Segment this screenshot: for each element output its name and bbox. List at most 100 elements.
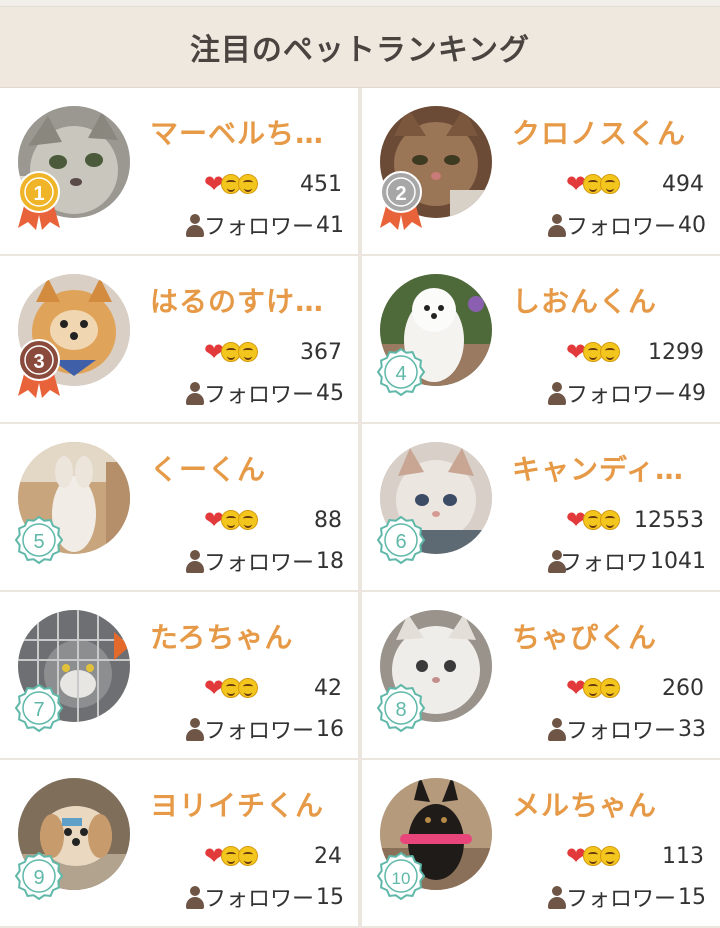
pet-ranking-grid: 1 マーベルち… ❤ 451 フォロワー 41 2 クロノスくん ❤ 494 フォロワー 40 3 はるの… bbox=[0, 88, 720, 928]
rank-number: 2 bbox=[395, 183, 406, 205]
rank-seal-icon: 9 bbox=[14, 842, 64, 902]
reaction-icons: ❤ bbox=[204, 676, 259, 700]
pet-name[interactable]: マーベルち… bbox=[150, 112, 350, 152]
person-icon bbox=[184, 717, 204, 741]
person-icon bbox=[546, 213, 566, 237]
pet-card-rank-5[interactable]: 5 くーくん ❤ 88 フォロワー 18 bbox=[0, 424, 358, 592]
pet-card-rank-9[interactable]: 9 ヨリイチくん ❤ 24 フォロワー 15 bbox=[0, 760, 358, 928]
reactions-row: ❤ 451 bbox=[204, 168, 342, 200]
rank-number: 6 bbox=[395, 531, 406, 553]
followers-row: フォロワ 1041 bbox=[546, 544, 706, 578]
followers-count: 33 bbox=[678, 716, 706, 742]
laugh-face-icon bbox=[600, 678, 621, 698]
person-icon bbox=[546, 885, 566, 909]
followers-count: 18 bbox=[316, 548, 344, 574]
laugh-face-icon bbox=[600, 510, 621, 530]
followers-count: 41 bbox=[316, 212, 344, 238]
pet-card-rank-3[interactable]: 3 はるのすけ… ❤ 367 フォロワー 45 bbox=[0, 256, 358, 424]
reaction-icons: ❤ bbox=[566, 340, 621, 364]
person-icon bbox=[184, 381, 204, 405]
followers-row: フォロワー 16 bbox=[184, 712, 344, 746]
pet-name[interactable]: キャンディ… bbox=[512, 448, 712, 488]
laugh-face-icon bbox=[600, 846, 621, 866]
pet-card-rank-6[interactable]: 6 キャンディ… ❤ 12553 フォロワ 1041 bbox=[362, 424, 720, 592]
reaction-count: 1299 bbox=[648, 339, 704, 365]
person-icon bbox=[546, 381, 566, 405]
pet-name[interactable]: しおんくん bbox=[512, 280, 712, 320]
followers-count: 1041 bbox=[650, 548, 706, 574]
followers-label: フォロワー bbox=[203, 887, 314, 912]
rank-number: 1 bbox=[33, 183, 44, 205]
followers-row: フォロワー 40 bbox=[546, 208, 706, 242]
followers-row: フォロワー 45 bbox=[184, 376, 344, 410]
rank-seal-icon: 6 bbox=[376, 506, 426, 566]
rank-number: 5 bbox=[33, 531, 44, 553]
ranking-header: 注目のペットランキング bbox=[0, 7, 720, 89]
gold-medal-icon: 1 bbox=[14, 170, 64, 230]
followers-count: 49 bbox=[678, 380, 706, 406]
person-icon bbox=[184, 885, 204, 909]
pet-card-rank-2[interactable]: 2 クロノスくん ❤ 494 フォロワー 40 bbox=[362, 88, 720, 256]
reactions-row: ❤ 12553 bbox=[566, 504, 704, 536]
laugh-face-icon bbox=[238, 174, 259, 194]
pet-card-rank-10[interactable]: 10 メルちゃん ❤ 113 フォロワー 15 bbox=[362, 760, 720, 928]
pet-card-rank-8[interactable]: 8 ちゃぴくん ❤ 260 フォロワー 33 bbox=[362, 592, 720, 760]
rank-seal-icon: 4 bbox=[376, 338, 426, 398]
followers-label: フォロワー bbox=[565, 719, 676, 744]
reaction-icons: ❤ bbox=[566, 844, 621, 868]
pet-name[interactable]: くーくん bbox=[150, 448, 350, 488]
person-icon bbox=[184, 213, 204, 237]
reactions-row: ❤ 494 bbox=[566, 168, 704, 200]
pet-name[interactable]: メルちゃん bbox=[512, 784, 712, 824]
rank-seal-icon: 7 bbox=[14, 674, 64, 734]
reactions-row: ❤ 24 bbox=[204, 840, 342, 872]
followers-row: フォロワー 15 bbox=[546, 880, 706, 914]
rank-number: 3 bbox=[33, 351, 44, 373]
pet-card-rank-1[interactable]: 1 マーベルち… ❤ 451 フォロワー 41 bbox=[0, 88, 358, 256]
pet-name[interactable]: はるのすけ… bbox=[150, 280, 350, 320]
rank-number: 4 bbox=[395, 363, 406, 385]
reaction-icons: ❤ bbox=[204, 508, 259, 532]
laugh-face-icon bbox=[238, 678, 259, 698]
reactions-row: ❤ 1299 bbox=[566, 336, 704, 368]
followers-count: 45 bbox=[316, 380, 344, 406]
reactions-row: ❤ 88 bbox=[204, 504, 342, 536]
laugh-face-icon bbox=[600, 342, 621, 362]
followers-row: フォロワー 49 bbox=[546, 376, 706, 410]
pet-card-rank-4[interactable]: 4 しおんくん ❤ 1299 フォロワー 49 bbox=[362, 256, 720, 424]
reaction-icons: ❤ bbox=[566, 676, 621, 700]
pet-card-rank-7[interactable]: 7 たろちゃん ❤ 42 フォロワー 16 bbox=[0, 592, 358, 760]
followers-label: フォロワー bbox=[203, 719, 314, 744]
pet-name[interactable]: クロノスくん bbox=[512, 112, 712, 152]
rank-number: 10 bbox=[392, 869, 411, 888]
pet-name[interactable]: ヨリイチくん bbox=[150, 784, 350, 824]
pet-name[interactable]: ちゃぴくん bbox=[512, 616, 712, 656]
followers-count: 16 bbox=[316, 716, 344, 742]
laugh-face-icon bbox=[238, 342, 259, 362]
reactions-row: ❤ 367 bbox=[204, 336, 342, 368]
rank-seal-icon: 5 bbox=[14, 506, 64, 566]
followers-label: フォロワー bbox=[203, 215, 314, 240]
followers-label: フォロワー bbox=[203, 383, 314, 408]
reaction-icons: ❤ bbox=[204, 172, 259, 196]
pet-name[interactable]: たろちゃん bbox=[150, 616, 350, 656]
silver-medal-icon: 2 bbox=[376, 170, 426, 230]
followers-label: フォロワー bbox=[565, 383, 676, 408]
laugh-face-icon bbox=[600, 174, 621, 194]
followers-row: フォロワー 33 bbox=[546, 712, 706, 746]
followers-row: フォロワー 15 bbox=[184, 880, 344, 914]
followers-label: フォロワー bbox=[565, 887, 676, 912]
followers-count: 15 bbox=[678, 884, 706, 910]
followers-row: フォロワー 18 bbox=[184, 544, 344, 578]
reaction-count: 12553 bbox=[634, 507, 704, 533]
reaction-icons: ❤ bbox=[566, 172, 621, 196]
rank-seal-icon: 8 bbox=[376, 674, 426, 734]
reaction-icons: ❤ bbox=[566, 508, 621, 532]
reaction-count: 42 bbox=[314, 675, 342, 701]
reaction-icons: ❤ bbox=[204, 844, 259, 868]
person-icon bbox=[184, 549, 204, 573]
followers-count: 15 bbox=[316, 884, 344, 910]
person-icon bbox=[546, 717, 566, 741]
rank-number: 7 bbox=[33, 699, 44, 721]
bronze-medal-icon: 3 bbox=[14, 338, 64, 398]
